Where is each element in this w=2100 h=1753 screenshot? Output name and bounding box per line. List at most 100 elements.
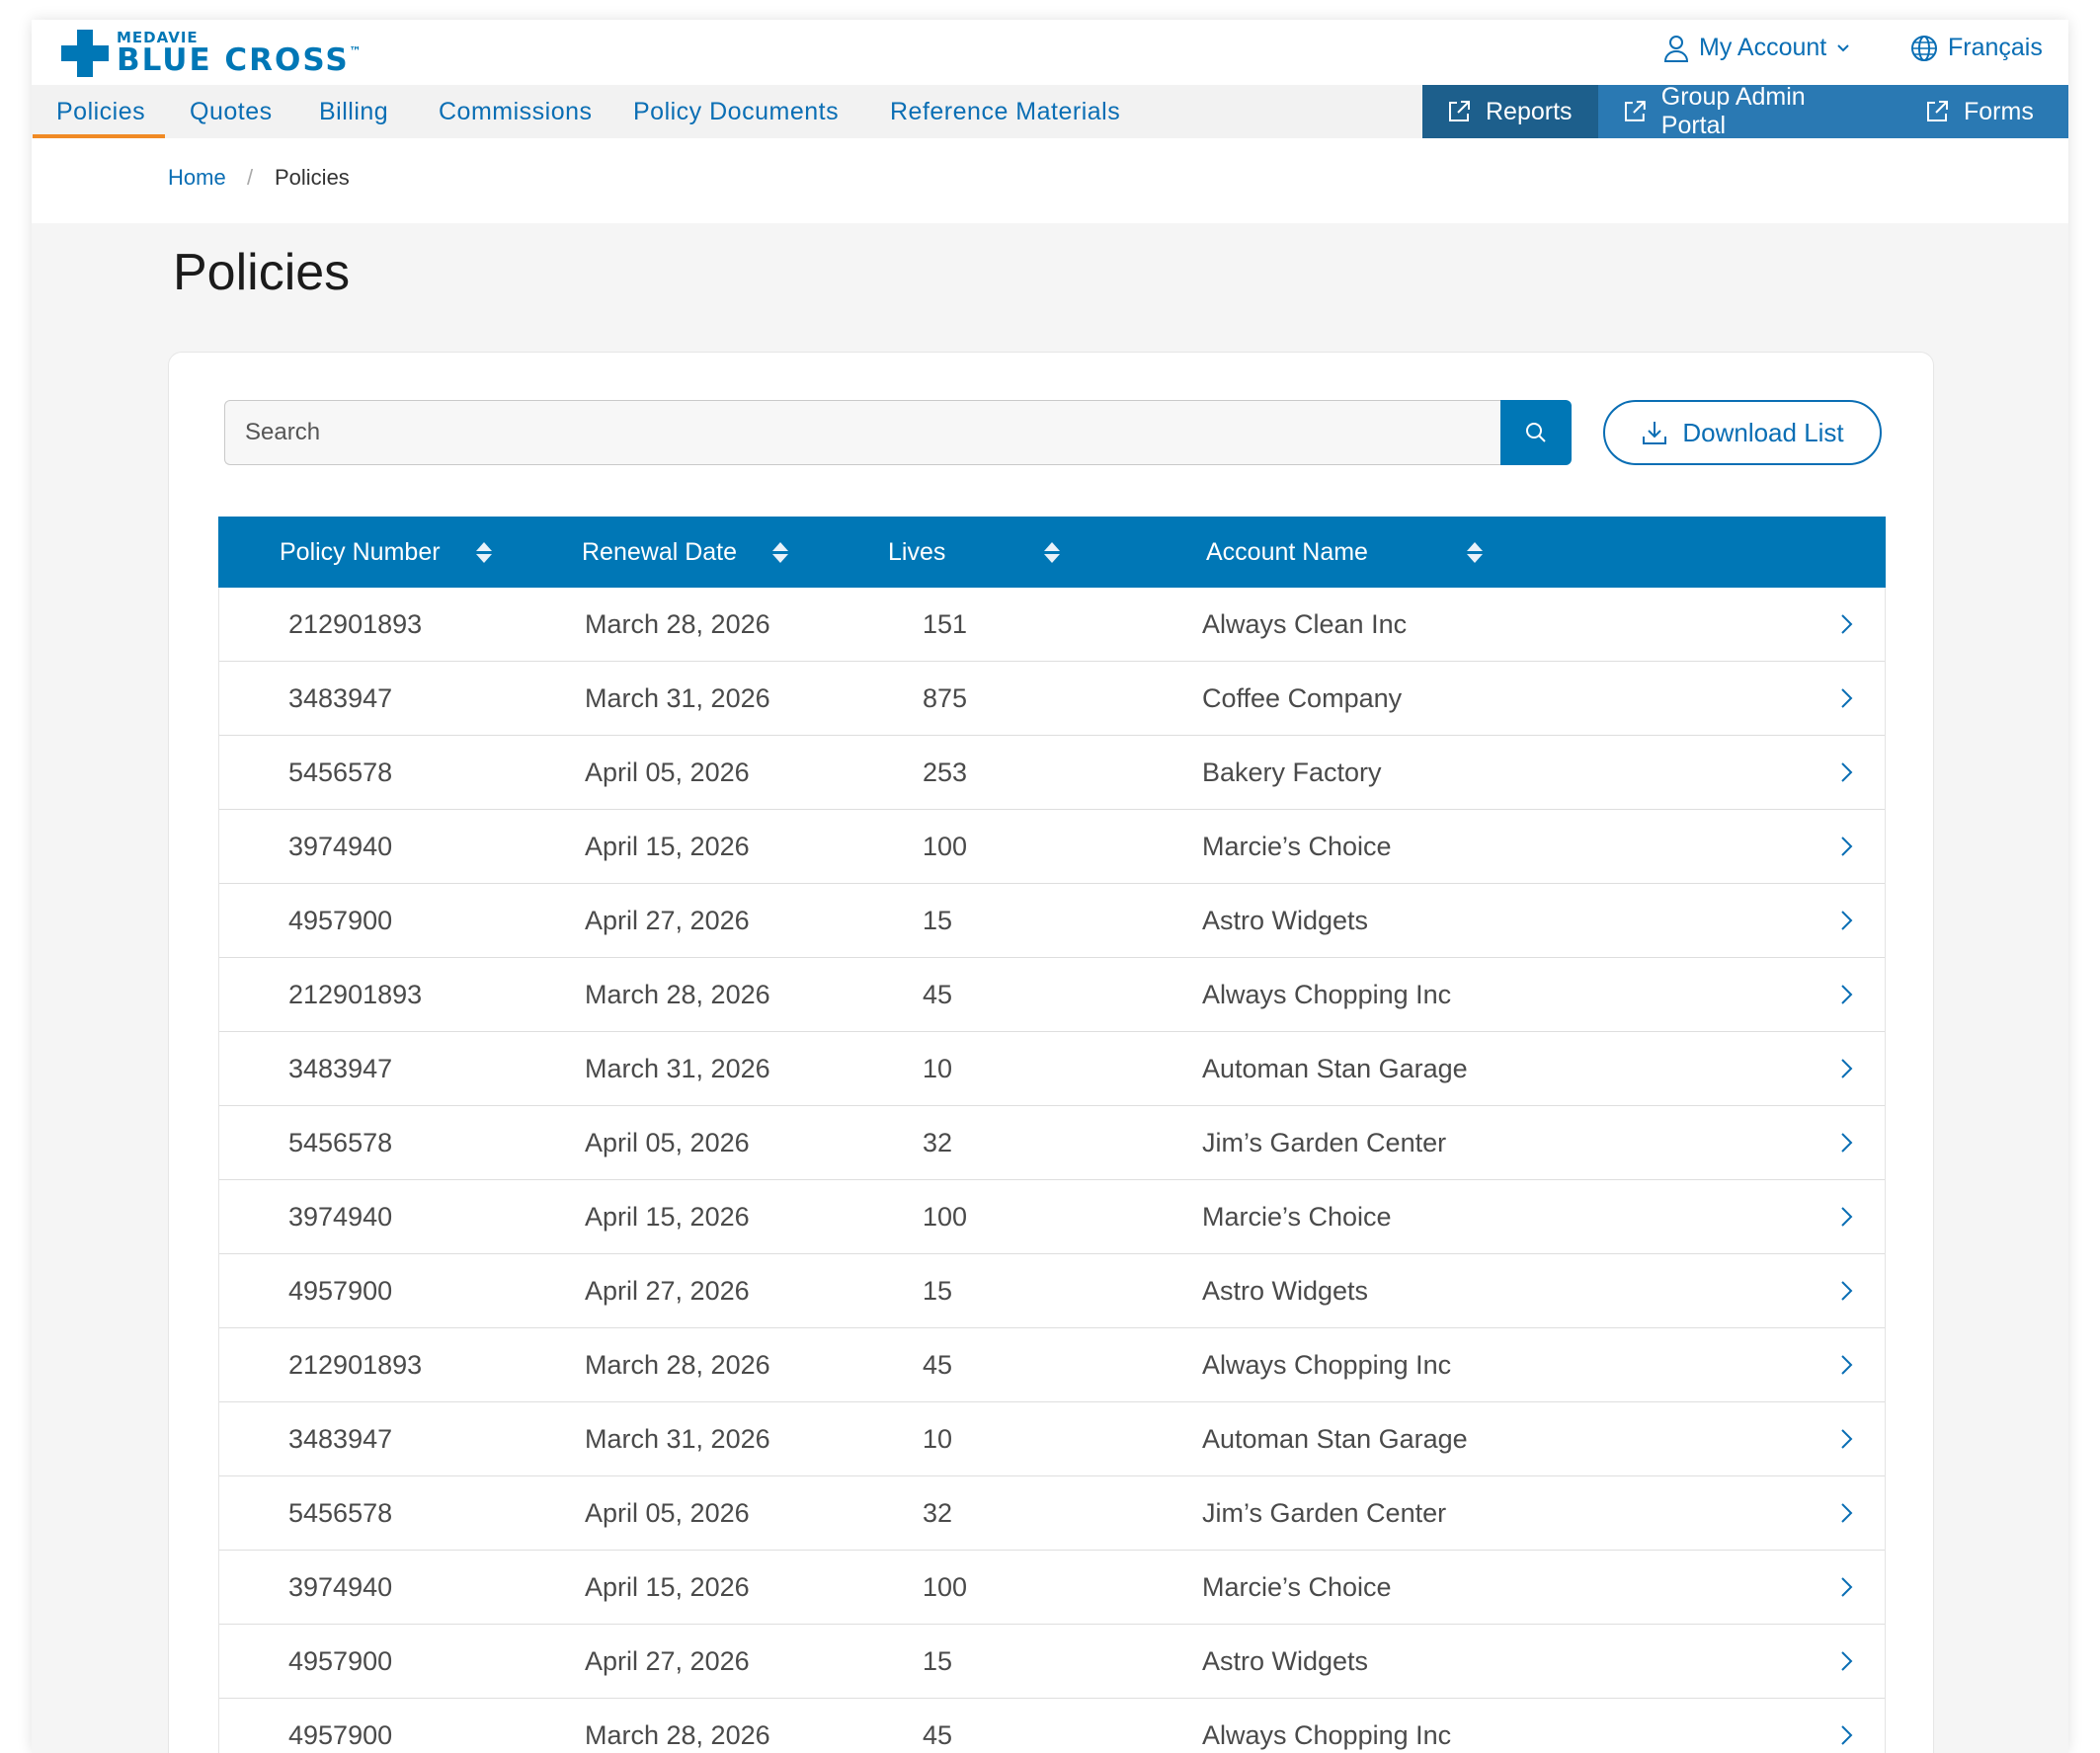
my-account-label: My Account — [1699, 34, 1827, 61]
account-name-cell: Automan Stan Garage — [1202, 1054, 1468, 1083]
account-name-cell: Always Chopping Inc — [1202, 980, 1452, 1009]
chevron-right-icon[interactable] — [1839, 1427, 1855, 1451]
chevron-right-icon[interactable] — [1839, 1279, 1855, 1303]
chevron-right-icon[interactable] — [1839, 612, 1855, 636]
table-row[interactable]: 4957900 April 27, 2026 15 Astro Widgets — [219, 1254, 1885, 1328]
lives-cell: 32 — [923, 1128, 953, 1157]
medavie-blue-cross-logo[interactable]: MEDAVIE BLUE CROSS™ — [61, 28, 363, 79]
reports-label: Reports — [1486, 97, 1573, 125]
lives-cell: 15 — [923, 906, 953, 935]
chevron-right-icon[interactable] — [1839, 1723, 1855, 1747]
column-header-policy-number[interactable]: Policy Number — [280, 517, 492, 588]
lives-cell: 100 — [923, 1202, 968, 1232]
table-row[interactable]: 3483947 March 31, 2026 10 Automan Stan Gara… — [219, 1402, 1885, 1476]
table-row[interactable]: 3483947 March 31, 2026 875 Coffee Company — [219, 662, 1885, 736]
nav-commissions[interactable]: Commissions — [439, 85, 593, 138]
nav-reference-materials[interactable]: Reference Materials — [890, 85, 1120, 138]
renewal-date-cell: April 15, 2026 — [585, 1202, 750, 1232]
reports-button[interactable]: Reports — [1422, 85, 1598, 138]
table-row[interactable]: 4957900 April 27, 2026 15 Astro Widgets — [219, 884, 1885, 958]
renewal-date-cell: April 27, 2026 — [585, 1646, 750, 1676]
chevron-right-icon[interactable] — [1839, 835, 1855, 858]
lives-cell: 100 — [923, 832, 968, 861]
breadcrumb-separator: / — [247, 165, 254, 190]
account-name-cell: Always Chopping Inc — [1202, 1720, 1452, 1750]
external-link-icon — [1927, 101, 1948, 121]
breadcrumb-home[interactable]: Home — [168, 165, 226, 191]
chevron-right-icon[interactable] — [1839, 1353, 1855, 1377]
download-icon — [1643, 422, 1667, 444]
table-row[interactable]: 3974940 April 15, 2026 100 Marcie’s Choice — [219, 1551, 1885, 1625]
renewal-date-cell: April 27, 2026 — [585, 906, 750, 935]
renewal-date-cell: March 28, 2026 — [585, 980, 770, 1009]
column-header-account-name[interactable]: Account Name — [1206, 517, 1483, 588]
search-input[interactable] — [224, 400, 1500, 465]
renewal-date-cell: April 05, 2026 — [585, 1498, 750, 1528]
nav-quotes[interactable]: Quotes — [190, 85, 273, 138]
chevron-right-icon[interactable] — [1839, 1131, 1855, 1155]
chevron-right-icon[interactable] — [1839, 760, 1855, 784]
forms-button[interactable]: Forms — [1900, 85, 2068, 138]
column-header-renewal-date[interactable]: Renewal Date — [582, 517, 789, 588]
account-name-cell: Astro Widgets — [1202, 906, 1369, 935]
table-row[interactable]: 5456578 April 05, 2026 32 Jim’s Garden Cent… — [219, 1476, 1885, 1551]
my-account-menu[interactable]: My Account — [1663, 34, 1850, 62]
lives-cell: 15 — [923, 1646, 953, 1676]
lives-cell: 45 — [923, 1720, 953, 1750]
account-name-cell: Jim’s Garden Center — [1202, 1498, 1447, 1528]
policy-number-cell: 3974940 — [288, 1202, 393, 1232]
column-header-lives[interactable]: Lives — [888, 517, 1061, 588]
chevron-right-icon[interactable] — [1839, 909, 1855, 932]
chevron-right-icon[interactable] — [1839, 1649, 1855, 1673]
renewal-date-cell: April 15, 2026 — [585, 832, 750, 861]
policy-number-cell: 5456578 — [288, 757, 393, 787]
lives-cell: 45 — [923, 1350, 953, 1380]
nav-billing[interactable]: Billing — [319, 85, 388, 138]
table-row[interactable]: 4957900 April 27, 2026 15 Astro Widgets — [219, 1625, 1885, 1699]
lives-cell: 32 — [923, 1498, 953, 1528]
download-list-button[interactable]: Download List — [1603, 400, 1882, 465]
app-frame: MEDAVIE BLUE CROSS™ My Account Français … — [32, 20, 2068, 1753]
group-admin-portal-label: Group Admin Portal — [1660, 83, 1806, 139]
renewal-date-cell: March 31, 2026 — [585, 683, 770, 713]
chevron-right-icon[interactable] — [1839, 1057, 1855, 1080]
renewal-date-cell: April 27, 2026 — [585, 1276, 750, 1306]
chevron-right-icon[interactable] — [1839, 1205, 1855, 1229]
renewal-date-cell: March 28, 2026 — [585, 1720, 770, 1750]
nav-policies[interactable]: Policies — [32, 85, 166, 138]
account-name-cell: Marcie’s Choice — [1202, 1202, 1392, 1232]
chevron-right-icon[interactable] — [1839, 983, 1855, 1006]
renewal-date-cell: March 31, 2026 — [585, 1054, 770, 1083]
table-row[interactable]: 212901893 March 28, 2026 45 Always Chopping… — [219, 1328, 1885, 1402]
table-body: 212901893 March 28, 2026 151 Always Clean I… — [218, 588, 1886, 1753]
globe-icon — [1911, 35, 1937, 61]
table-row[interactable]: 5456578 April 05, 2026 253 Bakery Factory — [219, 736, 1885, 810]
lives-cell: 10 — [923, 1424, 953, 1454]
sort-icon — [1044, 541, 1061, 563]
table-row[interactable]: 3974940 April 15, 2026 100 Marcie’s Choice — [219, 1180, 1885, 1254]
policy-number-cell: 3483947 — [288, 1424, 393, 1454]
renewal-date-cell: April 15, 2026 — [585, 1572, 750, 1602]
sort-icon — [1466, 541, 1483, 563]
table-row[interactable]: 4957900 March 28, 2026 45 Always Chopping I… — [219, 1699, 1885, 1753]
search-button[interactable] — [1500, 400, 1572, 465]
chevron-right-icon[interactable] — [1839, 686, 1855, 710]
table-row[interactable]: 5456578 April 05, 2026 32 Jim’s Garden Cent… — [219, 1106, 1885, 1180]
chevron-right-icon[interactable] — [1839, 1575, 1855, 1599]
table-row[interactable]: 3974940 April 15, 2026 100 Marcie’s Choice — [219, 810, 1885, 884]
logo-trademark: ™ — [349, 44, 363, 58]
lives-cell: 875 — [923, 683, 968, 713]
table-row[interactable]: 212901893 March 28, 2026 45 Always Chopping… — [219, 958, 1885, 1032]
policy-number-cell: 212901893 — [288, 980, 423, 1009]
group-admin-portal-button[interactable]: Group Admin Portal — [1598, 83, 1900, 139]
table-row[interactable]: 3483947 March 31, 2026 10 Automan Stan Gara… — [219, 1032, 1885, 1106]
table-row[interactable]: 212901893 March 28, 2026 151 Always Clean I… — [219, 588, 1885, 662]
renewal-date-cell: March 28, 2026 — [585, 1350, 770, 1380]
renewal-date-cell: April 05, 2026 — [585, 1128, 750, 1157]
sort-icon — [475, 541, 492, 563]
policy-number-cell: 4957900 — [288, 1646, 393, 1676]
nav-policy-documents[interactable]: Policy Documents — [633, 85, 839, 138]
chevron-right-icon[interactable] — [1839, 1501, 1855, 1525]
language-toggle[interactable]: Français — [1910, 34, 2043, 62]
policy-number-cell: 4957900 — [288, 1720, 393, 1750]
